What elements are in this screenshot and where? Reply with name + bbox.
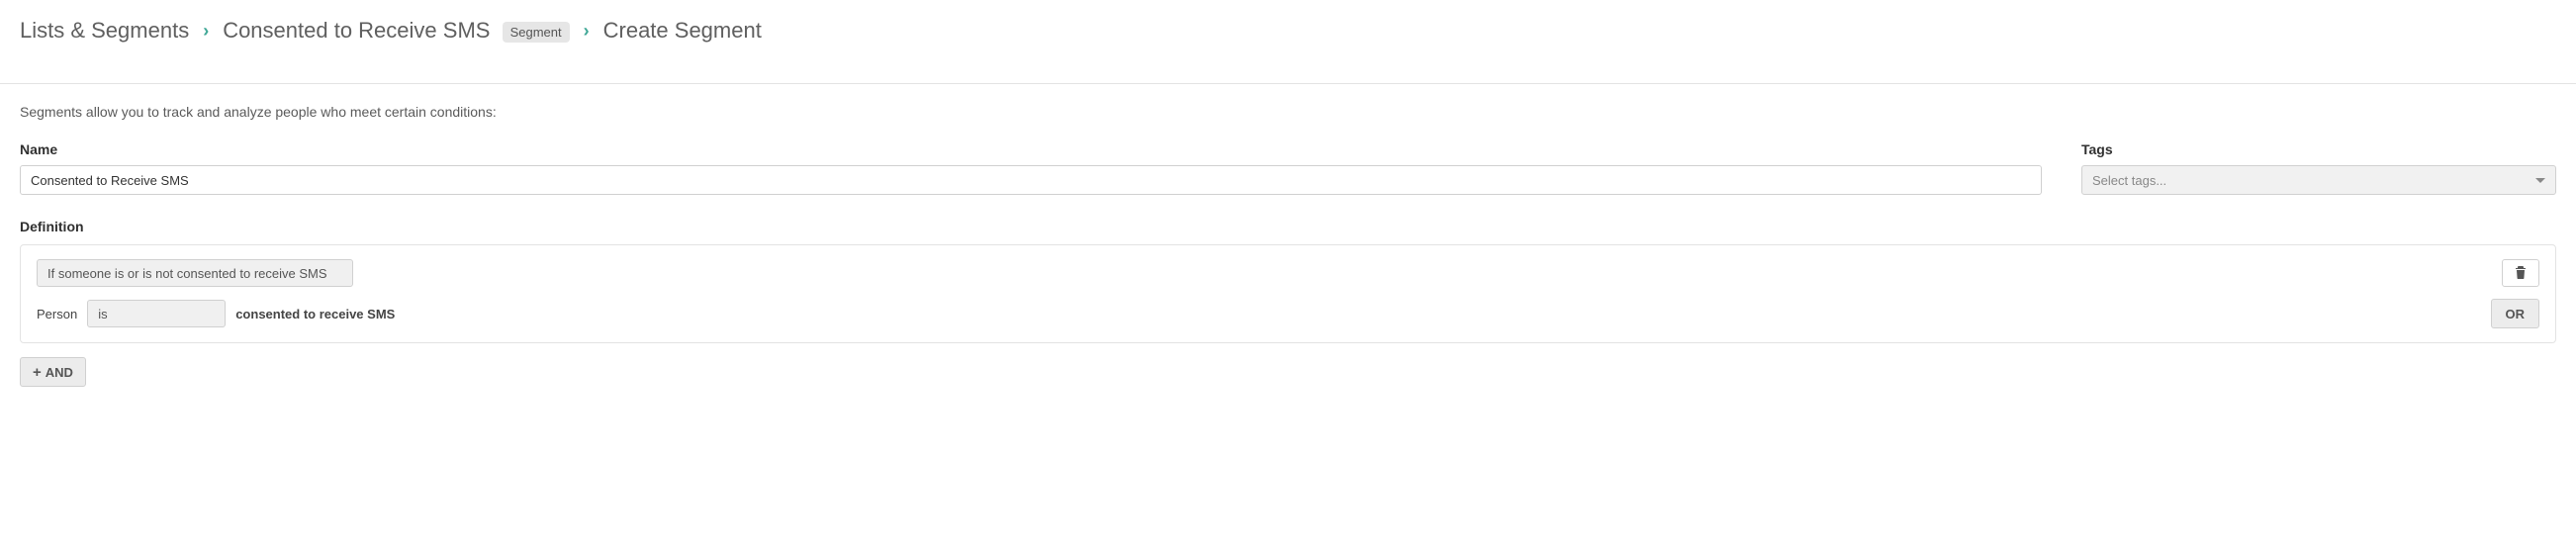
breadcrumb-segment[interactable]: Consented to Receive SMS Segment xyxy=(223,18,569,44)
intro-text: Segments allow you to track and analyze … xyxy=(20,104,2556,120)
name-label: Name xyxy=(20,141,2042,157)
condition-suffix: consented to receive SMS xyxy=(235,307,395,321)
definition-block: If someone is or is not consented to rec… xyxy=(20,244,2556,343)
breadcrumb-current: Create Segment xyxy=(603,18,762,44)
chevron-down-icon xyxy=(2535,178,2545,183)
divider xyxy=(0,83,2576,84)
segment-type-badge: Segment xyxy=(503,22,570,43)
name-input[interactable] xyxy=(20,165,2042,195)
breadcrumb: Lists & Segments › Consented to Receive … xyxy=(20,18,2556,63)
operator-value: is xyxy=(98,307,107,321)
person-label: Person xyxy=(37,307,77,321)
tags-placeholder: Select tags... xyxy=(2092,173,2166,188)
breadcrumb-segment-name: Consented to Receive SMS xyxy=(223,18,490,43)
chevron-right-icon: › xyxy=(203,21,209,42)
or-button[interactable]: OR xyxy=(2491,299,2540,328)
trash-icon xyxy=(2515,265,2527,282)
chevron-right-icon: › xyxy=(584,21,590,42)
plus-icon: + xyxy=(33,365,42,380)
and-label: AND xyxy=(46,365,73,380)
operator-select[interactable]: is xyxy=(87,300,226,327)
condition-type-select[interactable]: If someone is or is not consented to rec… xyxy=(37,259,353,287)
definition-label: Definition xyxy=(20,219,2556,234)
condition-type-value: If someone is or is not consented to rec… xyxy=(47,266,327,281)
tags-select[interactable]: Select tags... xyxy=(2081,165,2556,195)
breadcrumb-root[interactable]: Lists & Segments xyxy=(20,18,189,44)
add-and-button[interactable]: + AND xyxy=(20,357,86,387)
tags-label: Tags xyxy=(2081,141,2556,157)
delete-condition-button[interactable] xyxy=(2502,259,2539,287)
